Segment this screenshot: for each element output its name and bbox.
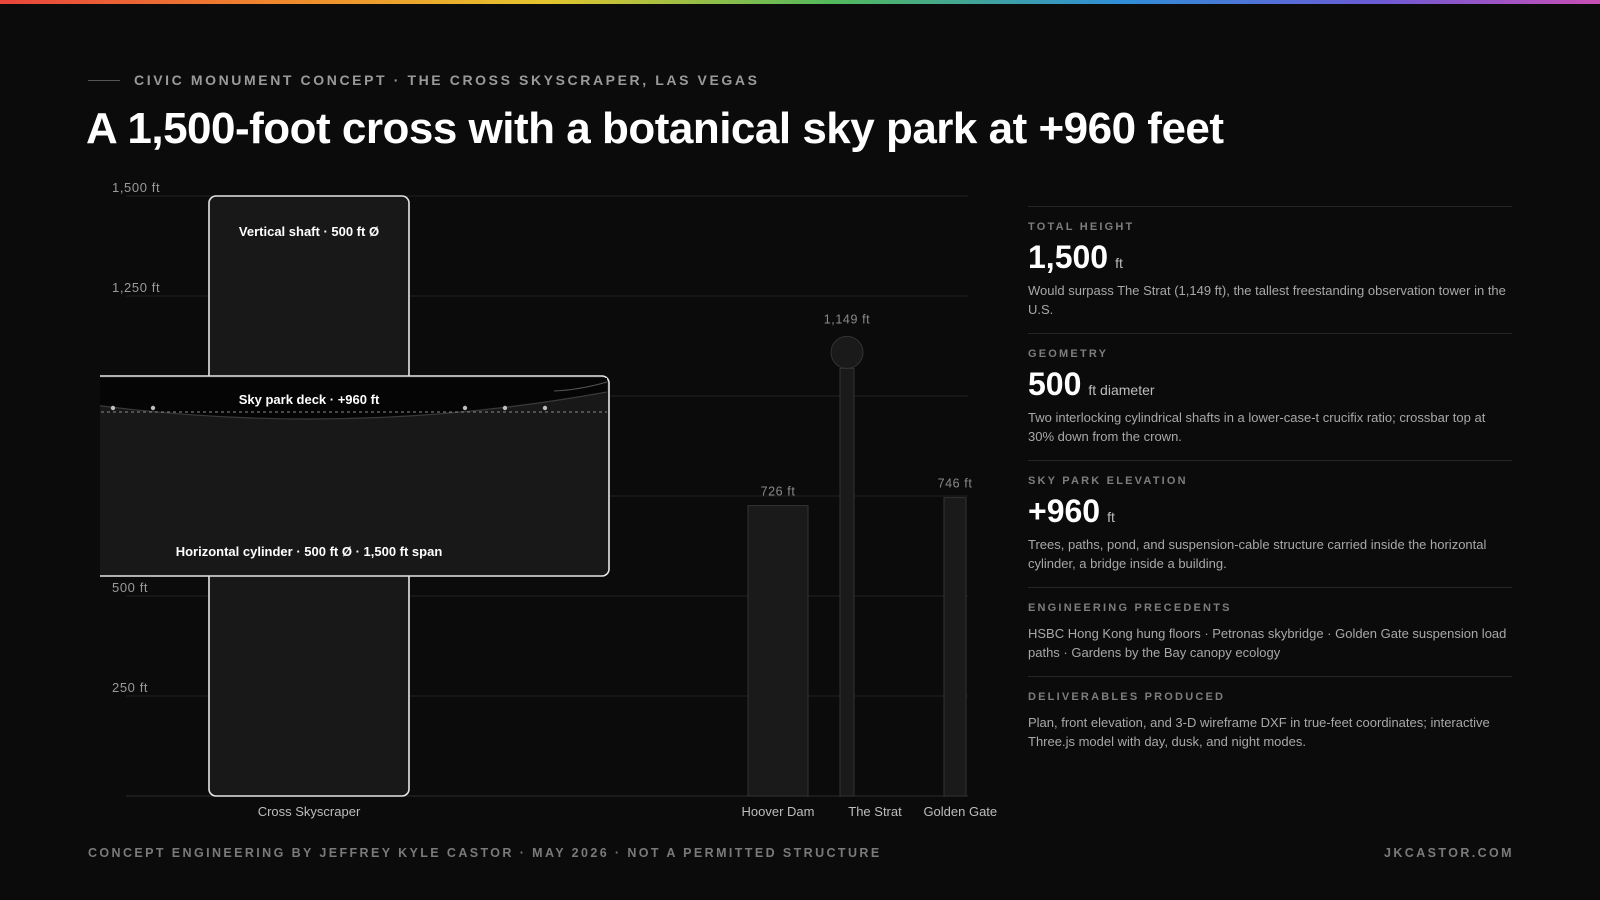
stat-description: Would surpass The Strat (1,149 ft), the … [1028, 283, 1506, 317]
stat-label: DELIVERABLES PRODUCED [1028, 691, 1226, 703]
footer-credit: CONCEPT ENGINEERING BY JEFFREY KYLE CAST… [88, 846, 882, 860]
headline: A 1,500-foot cross with a botanical sky … [86, 104, 1224, 153]
tree-marker [110, 405, 116, 411]
comparison-value-label: 1,149 ft [824, 312, 871, 326]
comparison-name-label: Golden Gate tower [923, 804, 1000, 819]
stat-deliverables: DELIVERABLES PRODUCED Plan, front elevat… [1028, 676, 1512, 765]
comparison-bar [839, 367, 855, 797]
shaft-label: Vertical shaft · 500 ft Ø [239, 224, 379, 239]
tree-marker [502, 405, 508, 411]
diagram-svg: 250 ft 500 ft 1,250 ft 1,500 ft Vertical sha… [100, 180, 1000, 819]
stat-sky-park-elevation: SKY PARK ELEVATION +960 ft Trees, paths,… [1028, 460, 1512, 587]
y-tick-label: 500 ft [112, 580, 148, 595]
eyebrow-rule [88, 79, 120, 81]
strat-pod [830, 335, 864, 369]
y-tick-label: 250 ft [112, 680, 148, 695]
tree-marker [150, 405, 156, 411]
deck-label: Sky park deck · +960 ft [239, 392, 380, 407]
comparison-bar [747, 505, 809, 797]
stat-unit: ft [1115, 255, 1123, 271]
stat-description: Two interlocking cylindrical shafts in a… [1028, 410, 1486, 444]
stat-label: TOTAL HEIGHT [1028, 221, 1135, 233]
stats-panel: TOTAL HEIGHT 1,500 ft Would surpass The … [1028, 206, 1512, 765]
eyebrow: CIVIC MONUMENT CONCEPT · THE CROSS SKYSC… [88, 72, 760, 88]
stat-description: Trees, paths, pond, and suspension-cable… [1028, 537, 1487, 571]
stat-unit: ft [1107, 509, 1115, 525]
comparison-name-label: Hoover Dam [742, 804, 815, 819]
stat-description: HSBC Hong Kong hung floors · Petronas sk… [1028, 626, 1507, 660]
stat-value: +960 [1028, 493, 1101, 529]
cross-skyscraper-label: Cross Skyscraper [258, 804, 361, 819]
stat-total-height: TOTAL HEIGHT 1,500 ft Would surpass The … [1028, 206, 1512, 333]
rainbow-accent-bar [0, 0, 1600, 4]
stat-engineering-precedents: ENGINEERING PRECEDENTS HSBC Hong Kong hu… [1028, 587, 1512, 676]
comparison-value-label: 746 ft [938, 477, 973, 491]
y-tick-label: 1,500 ft [112, 180, 160, 195]
stat-geometry: GEOMETRY 500 ft diameter Two interlockin… [1028, 333, 1512, 460]
stat-value: 1,500 [1028, 239, 1109, 275]
footer-site-link[interactable]: JKCASTOR.COM [1384, 846, 1514, 860]
stat-value-row: 500 ft diameter [1028, 366, 1512, 402]
stat-label: GEOMETRY [1028, 348, 1109, 360]
stat-label: SKY PARK ELEVATION [1028, 475, 1188, 487]
eyebrow-text: CIVIC MONUMENT CONCEPT · THE CROSS SKYSC… [134, 72, 760, 88]
cylinder-label: Horizontal cylinder · 500 ft Ø · 1,500 f… [176, 544, 443, 559]
tree-marker [462, 405, 468, 411]
comparison-name-label: The Strat [848, 804, 902, 819]
stat-value-row: 1,500 ft [1028, 239, 1512, 275]
y-tick-label: 1,250 ft [112, 280, 160, 295]
comparison-bar [943, 497, 967, 797]
stat-label: ENGINEERING PRECEDENTS [1028, 602, 1232, 614]
stat-value: 500 [1028, 366, 1082, 402]
stat-value-row: +960 ft [1028, 493, 1512, 529]
comparison-value-label: 726 ft [761, 485, 796, 499]
stat-unit: ft diameter [1088, 382, 1155, 398]
height-comparison-diagram: 250 ft 500 ft 1,250 ft 1,500 ft Vertical sha… [100, 170, 1000, 830]
stat-description: Plan, front elevation, and 3-D wireframe… [1028, 715, 1490, 749]
tree-marker [542, 405, 548, 411]
